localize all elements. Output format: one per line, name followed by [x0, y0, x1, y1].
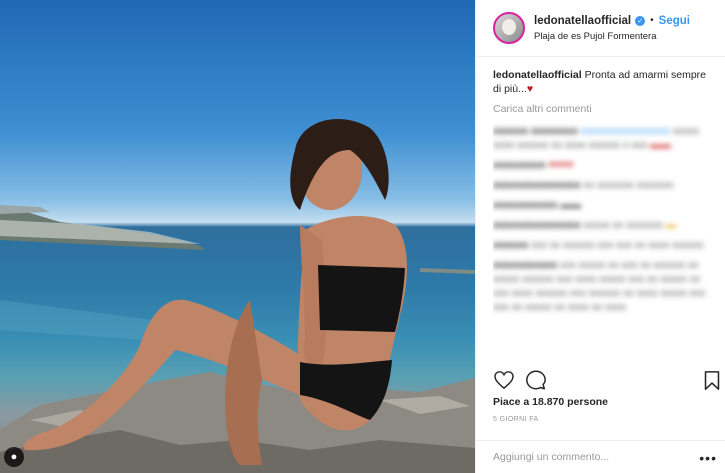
add-comment-bar: ••• [476, 440, 725, 473]
photo-scene [0, 119, 475, 473]
header-text: ledonatellaofficial ✓ • Segui Plaja de e… [534, 15, 690, 42]
post-photo[interactable]: ● [0, 0, 475, 473]
caption-username[interactable]: ledonatellaofficial [493, 69, 582, 81]
post-header: ledonatellaofficial ✓ • Segui Plaja de e… [476, 0, 725, 57]
caption: ledonatellaofficial Pronta ad amarmi sem… [493, 68, 715, 96]
more-options-icon[interactable]: ••• [699, 450, 717, 466]
verified-badge-icon: ✓ [635, 15, 646, 26]
post-side-panel: ledonatellaofficial ✓ • Segui Plaja de e… [475, 0, 725, 473]
comment-bubble-icon[interactable] [525, 369, 547, 391]
load-more-comments-button[interactable]: Carica altri commenti [493, 102, 715, 116]
caption-heart-emoji: ♥ [526, 83, 534, 95]
location-link[interactable]: Plaja de es Pujol Formentera [534, 31, 690, 42]
username-link[interactable]: ledonatellaofficial [534, 15, 631, 27]
action-bar [493, 368, 723, 392]
bookmark-icon[interactable] [701, 369, 723, 391]
blurred-comments: xxxxxx xxxxxxxx xxxxxxxxxxxxxxxxx xxxxx … [493, 125, 706, 313]
header-row: ledonatellaofficial ✓ • Segui [534, 15, 690, 27]
separator-dot: • [650, 15, 654, 26]
post-date: 5 GIORNI FA [493, 416, 539, 423]
comment-input[interactable] [493, 451, 693, 463]
likes-text: Piace a 18.870 persone [493, 396, 608, 408]
heart-icon[interactable] [493, 369, 515, 391]
user-tag-icon[interactable]: ● [4, 447, 24, 467]
avatar[interactable] [493, 12, 525, 44]
follow-button[interactable]: Segui [659, 15, 690, 27]
comments-list[interactable]: ledonatellaofficial Pronta ad amarmi sem… [493, 68, 715, 363]
likes-count[interactable]: Piace a 18.870 persone [493, 396, 608, 408]
